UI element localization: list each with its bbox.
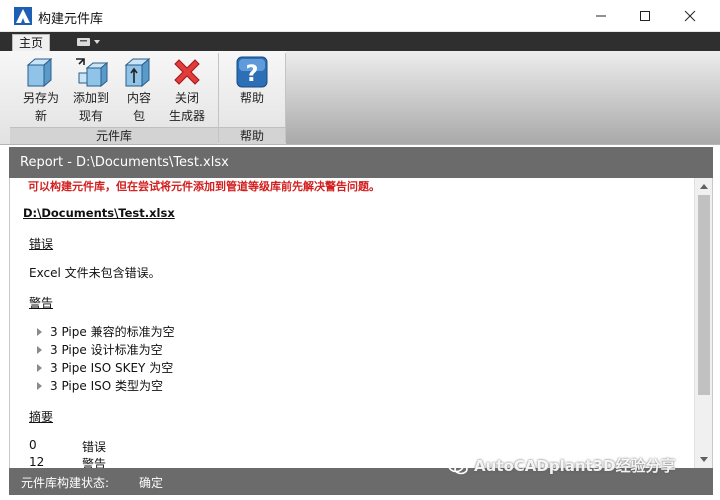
ribbon-panel-divider bbox=[285, 53, 286, 143]
content-pack-label-2: 包 bbox=[132, 109, 145, 123]
window-title: 构建元件库 bbox=[38, 12, 104, 27]
close-icon bbox=[684, 10, 696, 22]
scroll-down-arrow-icon bbox=[700, 457, 708, 462]
watermark-text: AutoCADplant3D经验分享 bbox=[474, 457, 676, 475]
warning-item[interactable]: 3 Pipe 兼容的标准为空 bbox=[37, 323, 175, 340]
summary-error-label: 错误 bbox=[82, 440, 107, 454]
summary-section-title: 摘要 bbox=[29, 410, 54, 424]
expand-triangle-icon[interactable] bbox=[37, 363, 42, 372]
summary-error-count: 0 bbox=[29, 438, 37, 452]
warning-item[interactable]: 3 Pipe 设计标准为空 bbox=[37, 341, 163, 358]
title-bar: 构建元件库 bbox=[0, 0, 720, 32]
minimize-icon bbox=[596, 15, 606, 17]
minimize-button[interactable] bbox=[578, 0, 624, 32]
summary-warning-count: 12 bbox=[29, 455, 45, 468]
file-path-link[interactable]: D:\Documents\Test.xlsx bbox=[23, 206, 175, 220]
add-to-existing-label-1: 添加到 bbox=[72, 91, 109, 105]
content-pack-label-1: 内容 bbox=[126, 91, 151, 105]
app-logo-icon bbox=[14, 7, 32, 25]
panel-title-library: 元件库 bbox=[10, 127, 218, 144]
vertical-scrollbar[interactable] bbox=[694, 178, 712, 468]
quick-access-menu-icon[interactable] bbox=[75, 36, 103, 48]
save-as-new-label-2: 新 bbox=[34, 109, 47, 123]
status-value: 确定 bbox=[139, 476, 164, 490]
close-generator-label-2: 生成器 bbox=[168, 109, 205, 123]
save-as-new-button[interactable]: 另存为 新 bbox=[16, 55, 66, 125]
ribbon: 另存为 新 添加到 现有 内容 包 关闭 生成器 ? 帮助 元件库 帮助 bbox=[0, 51, 720, 145]
tab-home[interactable]: 主页 bbox=[12, 34, 50, 51]
svg-text:?: ? bbox=[246, 62, 259, 87]
warning-item-text: 3 Pipe ISO 类型为空 bbox=[50, 379, 163, 393]
scrollbar-thumb[interactable] bbox=[698, 195, 710, 395]
status-label: 元件库构建状态: bbox=[21, 476, 110, 490]
wechat-logo-icon bbox=[448, 459, 468, 474]
close-generator-label-1: 关闭 bbox=[174, 91, 199, 105]
add-to-existing-label-2: 现有 bbox=[78, 109, 103, 123]
save-as-new-label-1: 另存为 bbox=[22, 91, 59, 105]
report-panel: 可以构建元件库，但在尝试将元件添加到管道等级库前先解决警告问题。 D:\Docu… bbox=[9, 178, 713, 468]
warning-item-text: 3 Pipe 兼容的标准为空 bbox=[50, 325, 175, 339]
expand-triangle-icon[interactable] bbox=[37, 381, 42, 390]
content-pack-button[interactable]: 内容 包 bbox=[114, 55, 164, 125]
warning-item[interactable]: 3 Pipe ISO 类型为空 bbox=[37, 377, 163, 394]
scroll-up-arrow-icon bbox=[700, 184, 708, 189]
cube-save-icon bbox=[26, 57, 53, 88]
maximize-button[interactable] bbox=[622, 0, 668, 32]
warning-item[interactable]: 3 Pipe ISO SKEY 为空 bbox=[37, 359, 173, 376]
help-label: 帮助 bbox=[239, 91, 264, 105]
help-question-icon: ? bbox=[236, 56, 268, 88]
scroll-up-button[interactable] bbox=[695, 178, 713, 194]
errors-text: Excel 文件未包含错误。 bbox=[29, 266, 161, 280]
help-button[interactable]: ? 帮助 bbox=[227, 55, 277, 107]
cube-add-icon bbox=[76, 58, 108, 88]
panel-title-help: 帮助 bbox=[219, 127, 285, 144]
cube-content-icon bbox=[124, 57, 151, 88]
add-to-existing-button[interactable]: 添加到 现有 bbox=[66, 55, 116, 125]
warning-item-text: 3 Pipe 设计标准为空 bbox=[50, 343, 163, 357]
close-generator-button[interactable]: 关闭 生成器 bbox=[162, 55, 212, 125]
summary-warning-label: 警告 bbox=[82, 457, 107, 468]
close-window-button[interactable] bbox=[667, 0, 713, 32]
ribbon-tab-strip: 主页 bbox=[0, 32, 720, 51]
scroll-down-button[interactable] bbox=[695, 452, 713, 468]
errors-section-title: 错误 bbox=[29, 237, 54, 251]
warnings-section-title: 警告 bbox=[29, 296, 54, 310]
warning-message: 可以构建元件库，但在尝试将元件添加到管道等级库前先解决警告问题。 bbox=[28, 180, 380, 193]
expand-triangle-icon[interactable] bbox=[37, 327, 42, 336]
expand-triangle-icon[interactable] bbox=[37, 345, 42, 354]
warning-item-text: 3 Pipe ISO SKEY 为空 bbox=[50, 361, 174, 375]
close-red-x-icon bbox=[174, 59, 200, 85]
maximize-icon bbox=[640, 11, 650, 21]
watermark: AutoCADplant3D经验分享 bbox=[448, 455, 676, 476]
report-header: Report - D:\Documents\Test.xlsx bbox=[9, 147, 713, 178]
ribbon-empty-area bbox=[286, 51, 720, 144]
